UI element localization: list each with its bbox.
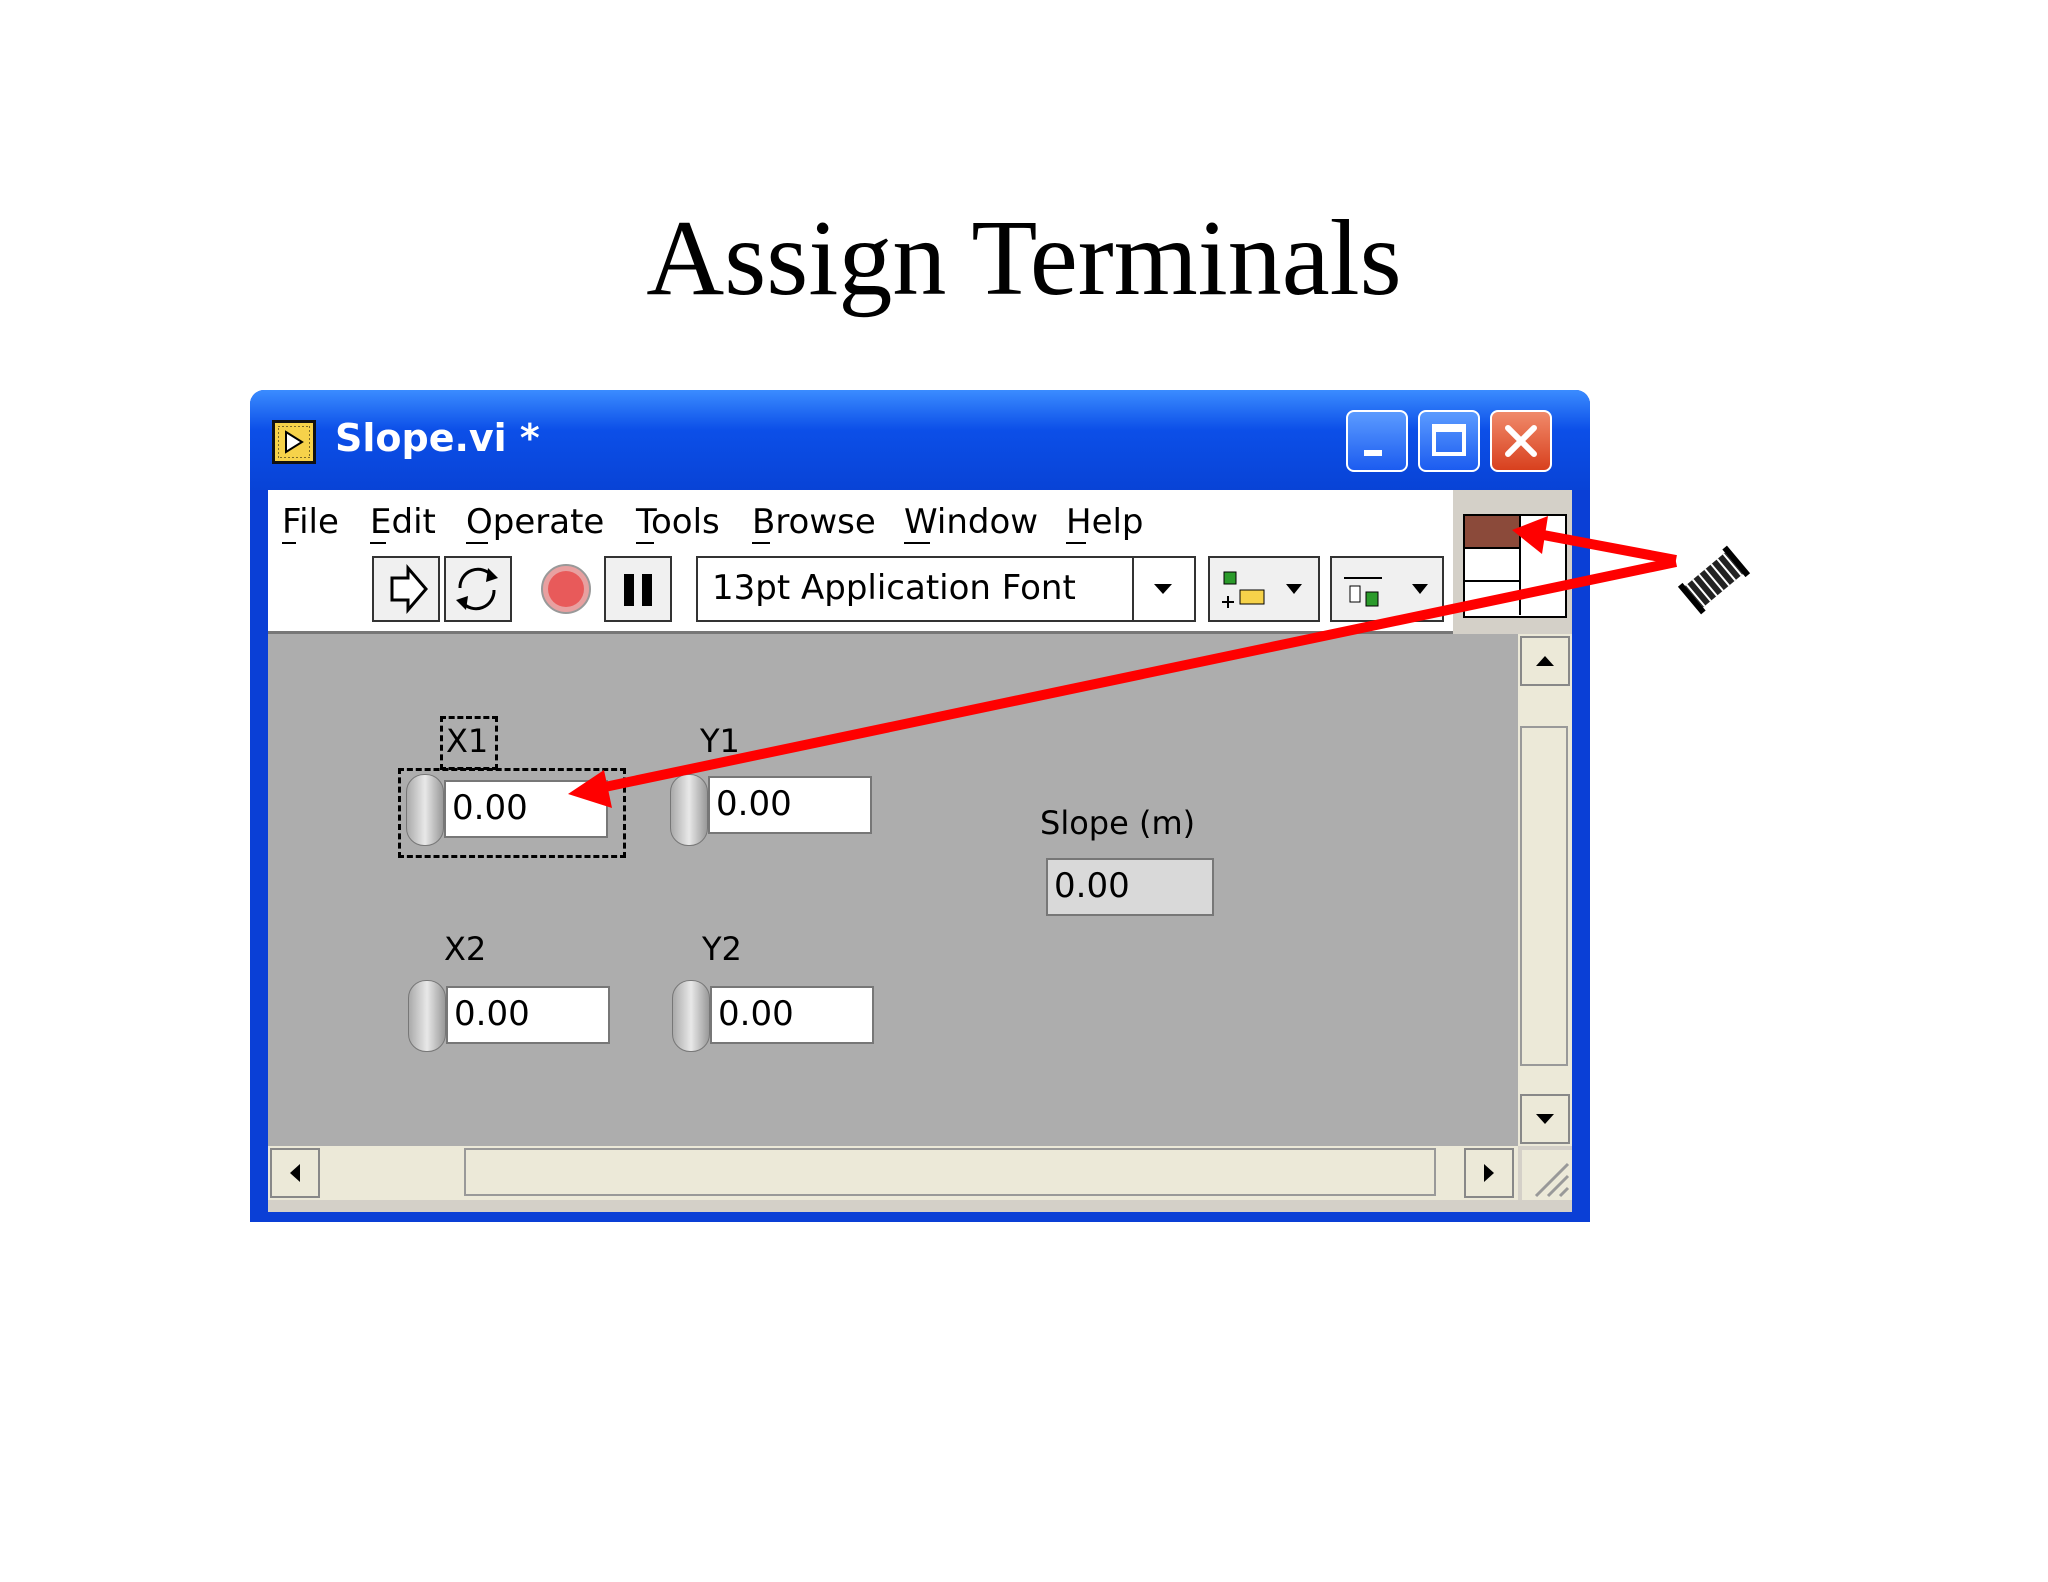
wiring-spool-icon <box>1677 545 1751 615</box>
annotation-arrows <box>568 516 1751 808</box>
red-arrows <box>568 516 1678 808</box>
